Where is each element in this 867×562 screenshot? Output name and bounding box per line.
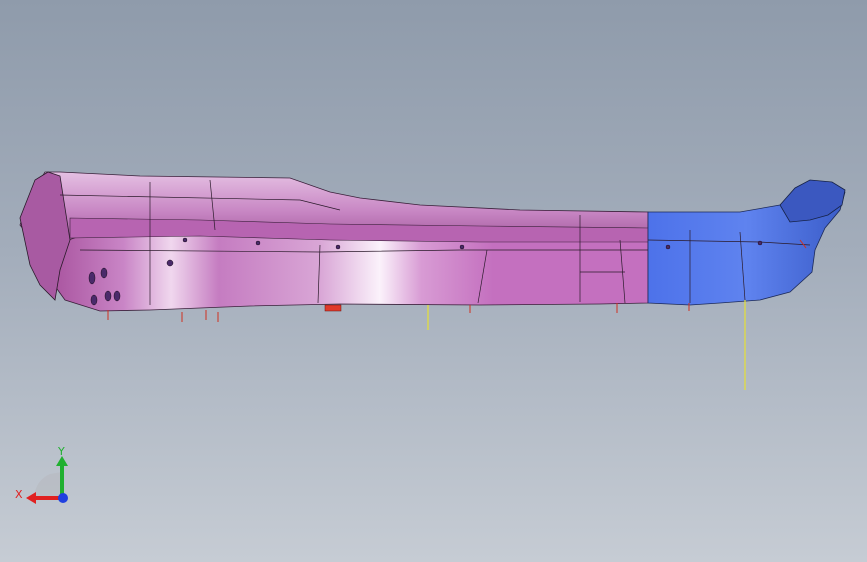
yellow-reference-lines bbox=[427, 300, 746, 390]
3d-viewport[interactable]: Y X bbox=[0, 0, 867, 562]
cad-model[interactable] bbox=[0, 0, 867, 562]
red-marker bbox=[324, 304, 342, 312]
rail-lower-body[interactable] bbox=[51, 231, 649, 312]
